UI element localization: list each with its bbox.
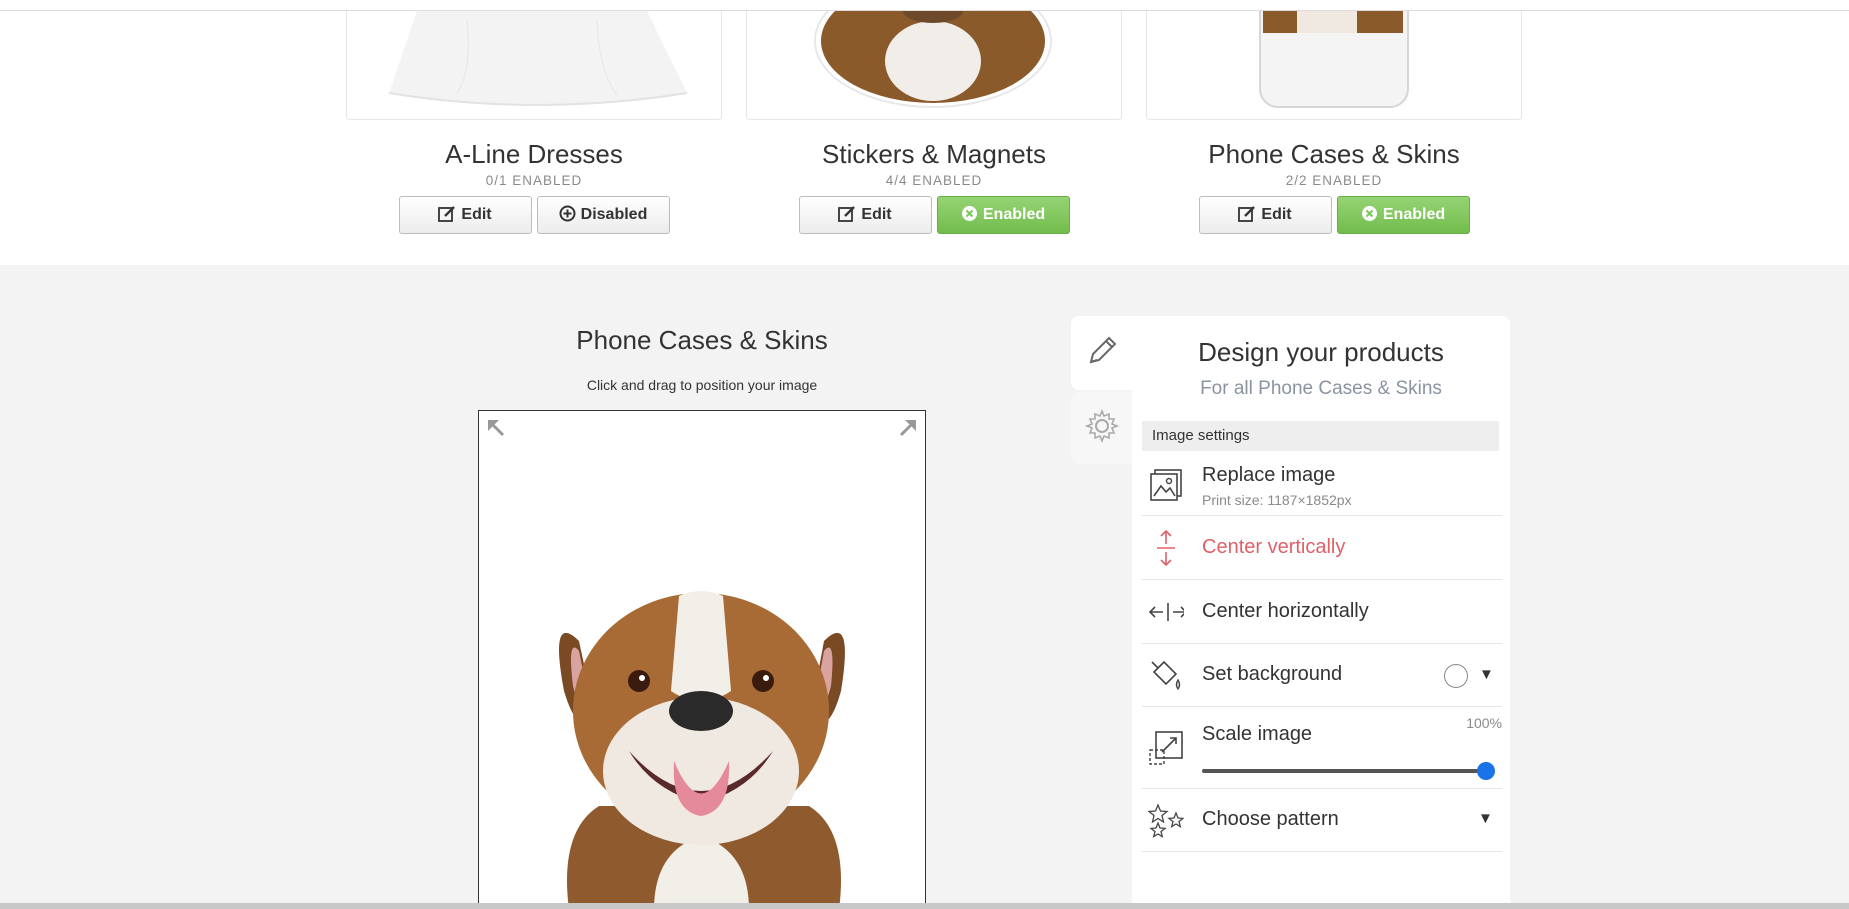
replace-image-option[interactable]: Replace image Print size: 1187×1852px	[1142, 454, 1502, 516]
horizontal-center-icon	[1148, 594, 1184, 630]
center-vertically-label: Center vertically	[1202, 536, 1346, 558]
edit-label: Edit	[461, 206, 492, 223]
product-card-stickers-magnets: Stickers & Magnets 4/4 ENABLED Edit Enab…	[746, 11, 1122, 234]
product-card-phone-cases-skins: Phone Cases & Skins 2/2 ENABLED Edit Ena…	[1146, 11, 1522, 234]
product-thumbnail[interactable]	[1146, 11, 1522, 120]
x-circle-icon	[1361, 205, 1378, 225]
edit-icon	[1238, 205, 1256, 225]
background-color-swatch[interactable]	[1444, 664, 1468, 688]
preview-title: Phone Cases & Skins	[576, 325, 828, 355]
center-horizontally-option[interactable]: Center horizontally	[1142, 580, 1502, 644]
phone-case-image	[1259, 11, 1409, 108]
plus-circle-icon	[559, 205, 576, 225]
toggle-enabled-button[interactable]: Enabled	[936, 196, 1070, 234]
edit-button[interactable]: Edit	[798, 196, 932, 234]
chevron-down-icon[interactable]: ▼	[1479, 666, 1494, 683]
tab-settings[interactable]	[1071, 392, 1133, 464]
set-background-label: Set background	[1202, 663, 1343, 685]
scale-image-option: Scale image 100%	[1142, 707, 1502, 789]
x-circle-icon	[961, 205, 978, 225]
product-title: Phone Cases & Skins	[1208, 139, 1460, 169]
edit-button[interactable]: Edit	[1198, 196, 1332, 234]
dog-sticker-image	[814, 11, 1052, 108]
edit-icon	[438, 205, 456, 225]
toggle-label: Disabled	[580, 206, 648, 223]
product-title: Stickers & Magnets	[822, 139, 1046, 169]
print-size-text: Print size: 1187×1852px	[1202, 492, 1352, 508]
paint-bucket-icon	[1148, 658, 1184, 694]
design-canvas[interactable]	[478, 410, 926, 909]
gear-icon	[1084, 408, 1120, 449]
chevron-down-icon[interactable]: ▼	[1478, 810, 1493, 827]
product-title: A-Line Dresses	[445, 139, 623, 169]
pencil-icon	[1085, 334, 1119, 373]
bottom-scrollbar[interactable]	[0, 903, 1849, 909]
scale-slider[interactable]	[1202, 762, 1495, 780]
choose-pattern-label: Choose pattern	[1202, 808, 1339, 830]
product-status: 4/4 ENABLED	[885, 173, 983, 188]
section-header-image-settings: Image settings	[1142, 421, 1499, 451]
top-divider	[0, 0, 1849, 11]
edit-label: Edit	[1261, 206, 1292, 223]
panel-side-tabs	[1071, 316, 1133, 464]
dress-image	[388, 11, 688, 106]
edit-icon	[838, 205, 856, 225]
panel-title: Design your products	[1198, 337, 1444, 367]
product-status: 0/1 ENABLED	[485, 173, 583, 188]
products-strip: A-Line Dresses 0/1 ENABLED Edit Disabled	[0, 11, 1849, 265]
design-panel: Design your products For all Phone Cases…	[1132, 316, 1510, 909]
toggle-label: Enabled	[1382, 206, 1446, 223]
scale-slider-handle[interactable]	[1477, 762, 1495, 780]
panel-subtitle: For all Phone Cases & Skins	[1200, 378, 1442, 399]
product-thumbnail[interactable]	[746, 11, 1122, 120]
scale-icon	[1148, 729, 1184, 765]
product-thumbnail[interactable]	[346, 11, 722, 120]
scale-image-label: Scale image	[1202, 723, 1313, 745]
toggle-enabled-button[interactable]: Enabled	[1336, 196, 1470, 234]
stars-icon	[1148, 803, 1184, 839]
preview-hint: Click and drag to position your image	[586, 377, 818, 393]
scale-value: 100%	[1466, 715, 1502, 731]
product-status: 2/2 ENABLED	[1285, 173, 1383, 188]
toggle-label: Enabled	[982, 206, 1046, 223]
tab-design[interactable]	[1071, 316, 1133, 390]
set-background-option[interactable]: Set background ▼	[1142, 644, 1502, 707]
edit-button[interactable]: Edit	[398, 196, 532, 234]
image-icon	[1148, 467, 1184, 503]
dog-photo[interactable]	[479, 411, 925, 909]
toggle-disabled-button[interactable]: Disabled	[536, 196, 670, 234]
edit-label: Edit	[861, 206, 892, 223]
center-vertically-option[interactable]: Center vertically	[1142, 516, 1502, 580]
replace-image-label: Replace image	[1202, 464, 1336, 486]
product-card-a-line-dresses: A-Line Dresses 0/1 ENABLED Edit Disabled	[346, 11, 722, 234]
center-horizontally-label: Center horizontally	[1202, 600, 1369, 622]
choose-pattern-option[interactable]: Choose pattern ▼	[1142, 789, 1502, 852]
vertical-center-icon	[1148, 529, 1184, 567]
